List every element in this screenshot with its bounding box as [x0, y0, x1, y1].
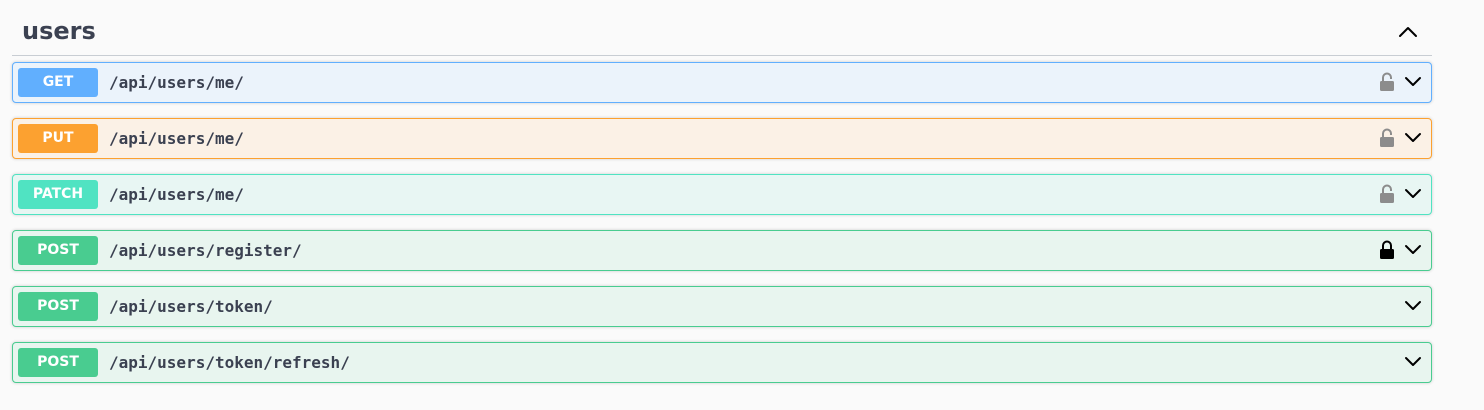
users-tag-section: users GET /api/users/me/ PUT /api/users/… [12, 0, 1432, 383]
operation-post-users-register[interactable]: POST /api/users/register/ [12, 230, 1432, 271]
unlocked-padlock-icon[interactable] [1379, 71, 1395, 93]
operation-get-users-me[interactable]: GET /api/users/me/ [12, 62, 1432, 103]
operations-list: GET /api/users/me/ PUT /api/users/me/ PA… [12, 62, 1432, 398]
method-badge: PATCH [18, 180, 98, 209]
chevron-down-icon[interactable] [1403, 240, 1423, 260]
method-badge: GET [18, 68, 98, 97]
chevron-down-icon[interactable] [1403, 128, 1423, 148]
unlocked-padlock-icon[interactable] [1379, 183, 1395, 205]
operation-put-users-me[interactable]: PUT /api/users/me/ [12, 118, 1432, 159]
endpoint-path[interactable]: /api/users/token/ [109, 287, 273, 326]
locked-padlock-icon[interactable] [1379, 239, 1395, 261]
chevron-up-icon[interactable] [1396, 20, 1420, 44]
method-badge: PUT [18, 124, 98, 153]
endpoint-path[interactable]: /api/users/me/ [109, 63, 244, 102]
method-badge: POST [18, 348, 98, 377]
operation-post-users-token-refresh[interactable]: POST /api/users/token/refresh/ [12, 342, 1432, 383]
chevron-down-icon[interactable] [1403, 72, 1423, 92]
endpoint-path[interactable]: /api/users/register/ [109, 231, 302, 270]
chevron-down-icon[interactable] [1403, 352, 1423, 372]
method-badge: POST [18, 292, 98, 321]
unlocked-padlock-icon[interactable] [1379, 127, 1395, 149]
users-tag-header[interactable]: users [12, 0, 1432, 56]
chevron-down-icon[interactable] [1403, 296, 1423, 316]
operation-post-users-token[interactable]: POST /api/users/token/ [12, 286, 1432, 327]
endpoint-path[interactable]: /api/users/me/ [109, 175, 244, 214]
endpoint-path[interactable]: /api/users/token/refresh/ [109, 343, 350, 382]
chevron-down-icon[interactable] [1403, 184, 1423, 204]
method-badge: POST [18, 236, 98, 265]
section-title[interactable]: users [22, 14, 96, 48]
operation-patch-users-me[interactable]: PATCH /api/users/me/ [12, 174, 1432, 215]
endpoint-path[interactable]: /api/users/me/ [109, 119, 244, 158]
